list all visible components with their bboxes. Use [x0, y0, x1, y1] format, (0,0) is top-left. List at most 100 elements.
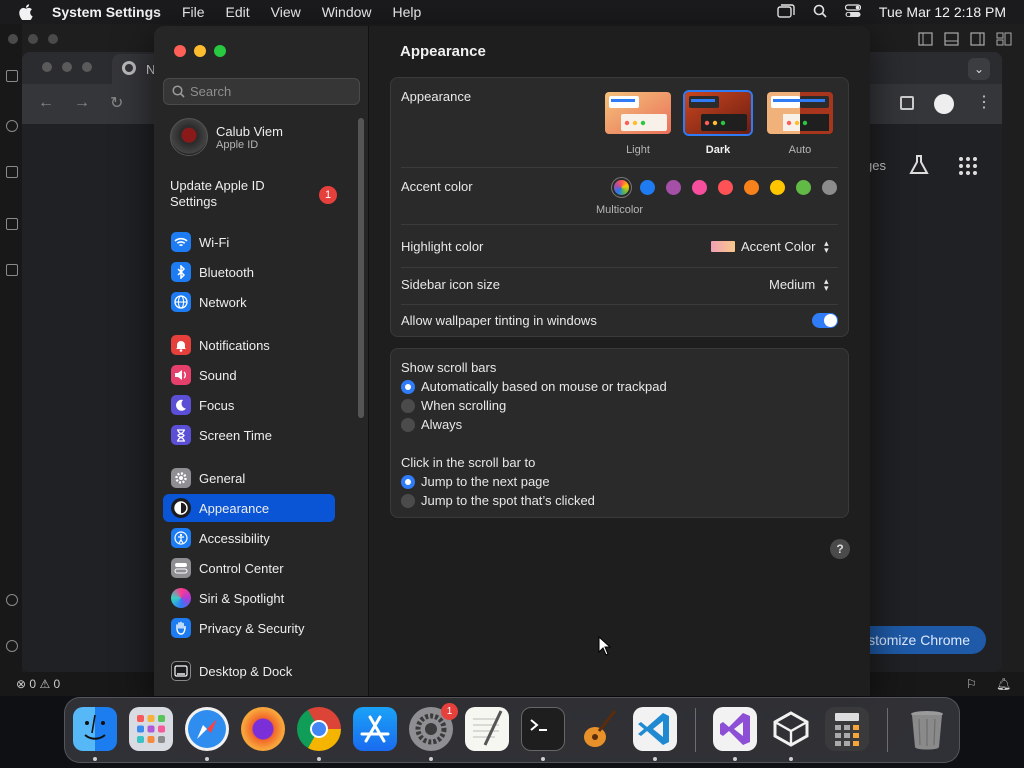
- click-option-next-page[interactable]: Jump to the next page: [401, 474, 550, 489]
- sidebar-scrollbar[interactable]: [358, 118, 364, 418]
- zoom-window-icon[interactable]: [214, 45, 226, 57]
- app-store-icon[interactable]: [353, 707, 397, 751]
- calculator-icon[interactable]: [825, 707, 869, 751]
- explorer-icon[interactable]: [6, 70, 18, 82]
- warning-icon[interactable]: ⚠: [39, 677, 50, 691]
- mode-light-thumbnail[interactable]: [603, 90, 673, 136]
- mode-auto-thumbnail[interactable]: [765, 90, 835, 136]
- search-input[interactable]: [190, 84, 350, 99]
- radio-unselected[interactable]: [401, 493, 415, 508]
- terminal-icon[interactable]: [521, 707, 565, 751]
- source-control-icon[interactable]: [6, 166, 18, 178]
- apple-menu-icon[interactable]: [0, 4, 52, 20]
- click-option-spot-clicked[interactable]: Jump to the spot that’s clicked: [401, 493, 595, 508]
- forward-icon[interactable]: →: [74, 94, 90, 112]
- sidebar-item-desktop-dock[interactable]: Desktop & Dock: [163, 657, 345, 685]
- warning-count[interactable]: 0: [54, 677, 61, 691]
- back-icon[interactable]: ←: [38, 94, 54, 112]
- sidebar-item-bluetooth[interactable]: Bluetooth: [163, 258, 345, 286]
- radio-unselected[interactable]: [401, 398, 415, 413]
- sidebar-item-screen-time[interactable]: Screen Time: [163, 421, 345, 449]
- side-panel-icon[interactable]: [900, 96, 914, 110]
- launchpad-icon[interactable]: [129, 707, 173, 751]
- chrome-menu-icon[interactable]: ⋮: [976, 92, 992, 112]
- apple-id-profile[interactable]: Calub Viem Apple ID: [170, 118, 283, 156]
- garageband-icon[interactable]: [577, 707, 621, 751]
- accent-multicolor[interactable]: [614, 180, 629, 195]
- error-count[interactable]: 0: [29, 677, 36, 691]
- dock-running-indicator: [429, 757, 433, 761]
- menu-window[interactable]: Window: [322, 4, 372, 20]
- update-apple-id-settings[interactable]: Update Apple ID Settings: [170, 178, 290, 210]
- window-switch-icon[interactable]: [777, 3, 795, 21]
- radio-unselected[interactable]: [401, 417, 415, 432]
- textedit-icon[interactable]: [465, 707, 509, 751]
- sidebar-item-accessibility[interactable]: Accessibility: [163, 524, 345, 552]
- sidebar-item-siri-spotlight[interactable]: Siri & Spotlight: [163, 584, 345, 612]
- sidebar-item-sound[interactable]: Sound: [163, 361, 345, 389]
- menu-clock[interactable]: Tue Mar 12 2:18 PM: [879, 4, 1006, 20]
- apps-grid-icon[interactable]: [958, 156, 978, 176]
- radio-selected[interactable]: [401, 379, 415, 394]
- dock-running-indicator: [317, 757, 321, 761]
- notifications-bell-icon[interactable]: 🔔︎: [996, 677, 1011, 691]
- account-icon[interactable]: [6, 594, 18, 606]
- sidebar-item-notifications[interactable]: Notifications: [163, 331, 345, 359]
- finder-icon[interactable]: [73, 707, 117, 751]
- reload-icon[interactable]: ↻: [110, 93, 123, 113]
- chrome-icon[interactable]: [297, 707, 341, 751]
- accent-red[interactable]: [718, 180, 733, 195]
- sidebar-item-general[interactable]: General: [163, 464, 345, 492]
- error-icon[interactable]: ⊗: [16, 677, 26, 691]
- feedback-icon[interactable]: ⚐: [966, 677, 977, 691]
- menu-edit[interactable]: Edit: [226, 4, 250, 20]
- mode-dark-thumbnail[interactable]: [683, 90, 753, 136]
- manage-gear-icon[interactable]: [6, 640, 18, 652]
- cube-app-icon[interactable]: [769, 707, 813, 751]
- wallpaper-tinting-toggle[interactable]: [812, 313, 838, 328]
- run-debug-icon[interactable]: [6, 218, 18, 230]
- minimize-window-icon[interactable]: [194, 45, 206, 57]
- scroll-option-always[interactable]: Always: [401, 417, 462, 432]
- trash-icon[interactable]: [905, 707, 949, 751]
- menu-help[interactable]: Help: [393, 4, 422, 20]
- accent-orange[interactable]: [744, 180, 759, 195]
- sidebar-icon-size-popup[interactable]: Medium ▴ ▾: [769, 276, 831, 292]
- sidebar-item-privacy-security[interactable]: Privacy & Security: [163, 614, 345, 642]
- sidebar-item-wifi[interactable]: Wi-Fi: [163, 228, 345, 256]
- layout-controls-icon[interactable]: [918, 32, 1012, 46]
- close-window-icon[interactable]: [174, 45, 186, 57]
- sidebar-item-network[interactable]: Network: [163, 288, 345, 316]
- scroll-option-auto[interactable]: Automatically based on mouse or trackpad: [401, 379, 667, 394]
- extensions-icon[interactable]: [6, 264, 18, 276]
- click-option-label: Jump to the next page: [421, 474, 550, 489]
- search-icon[interactable]: [6, 120, 18, 132]
- highlight-color-popup[interactable]: Accent Color ▴ ▾: [711, 238, 831, 254]
- visual-studio-icon[interactable]: [713, 707, 757, 751]
- help-button[interactable]: ?: [830, 539, 850, 559]
- sidebar-item-appearance[interactable]: Appearance: [163, 494, 335, 522]
- accent-pink[interactable]: [692, 180, 707, 195]
- vscode-icon[interactable]: [633, 707, 677, 751]
- profile-avatar-icon[interactable]: [934, 94, 954, 114]
- accent-purple[interactable]: [666, 180, 681, 195]
- scroll-option-when-scrolling[interactable]: When scrolling: [401, 398, 506, 413]
- appearance-panel: Appearance Light Dark Auto Accent color: [390, 77, 849, 337]
- accent-yellow[interactable]: [770, 180, 785, 195]
- accent-green[interactable]: [796, 180, 811, 195]
- sidebar-item-control-center[interactable]: Control Center: [163, 554, 345, 582]
- control-center-icon[interactable]: [844, 3, 862, 21]
- menu-view[interactable]: View: [271, 4, 301, 20]
- radio-selected[interactable]: [401, 474, 415, 489]
- sidebar-item-focus[interactable]: Focus: [163, 391, 345, 419]
- accent-blue[interactable]: [640, 180, 655, 195]
- sidebar-item-label: Siri & Spotlight: [199, 590, 285, 606]
- spotlight-search-icon[interactable]: [813, 4, 827, 21]
- safari-icon[interactable]: [185, 707, 229, 751]
- menu-app-name[interactable]: System Settings: [52, 4, 161, 20]
- accent-graphite[interactable]: [822, 180, 837, 195]
- labs-flask-icon[interactable]: [908, 154, 930, 176]
- menu-file[interactable]: File: [182, 4, 205, 20]
- firefox-icon[interactable]: [241, 707, 285, 751]
- tab-search-chevron-icon[interactable]: ⌄: [968, 58, 990, 80]
